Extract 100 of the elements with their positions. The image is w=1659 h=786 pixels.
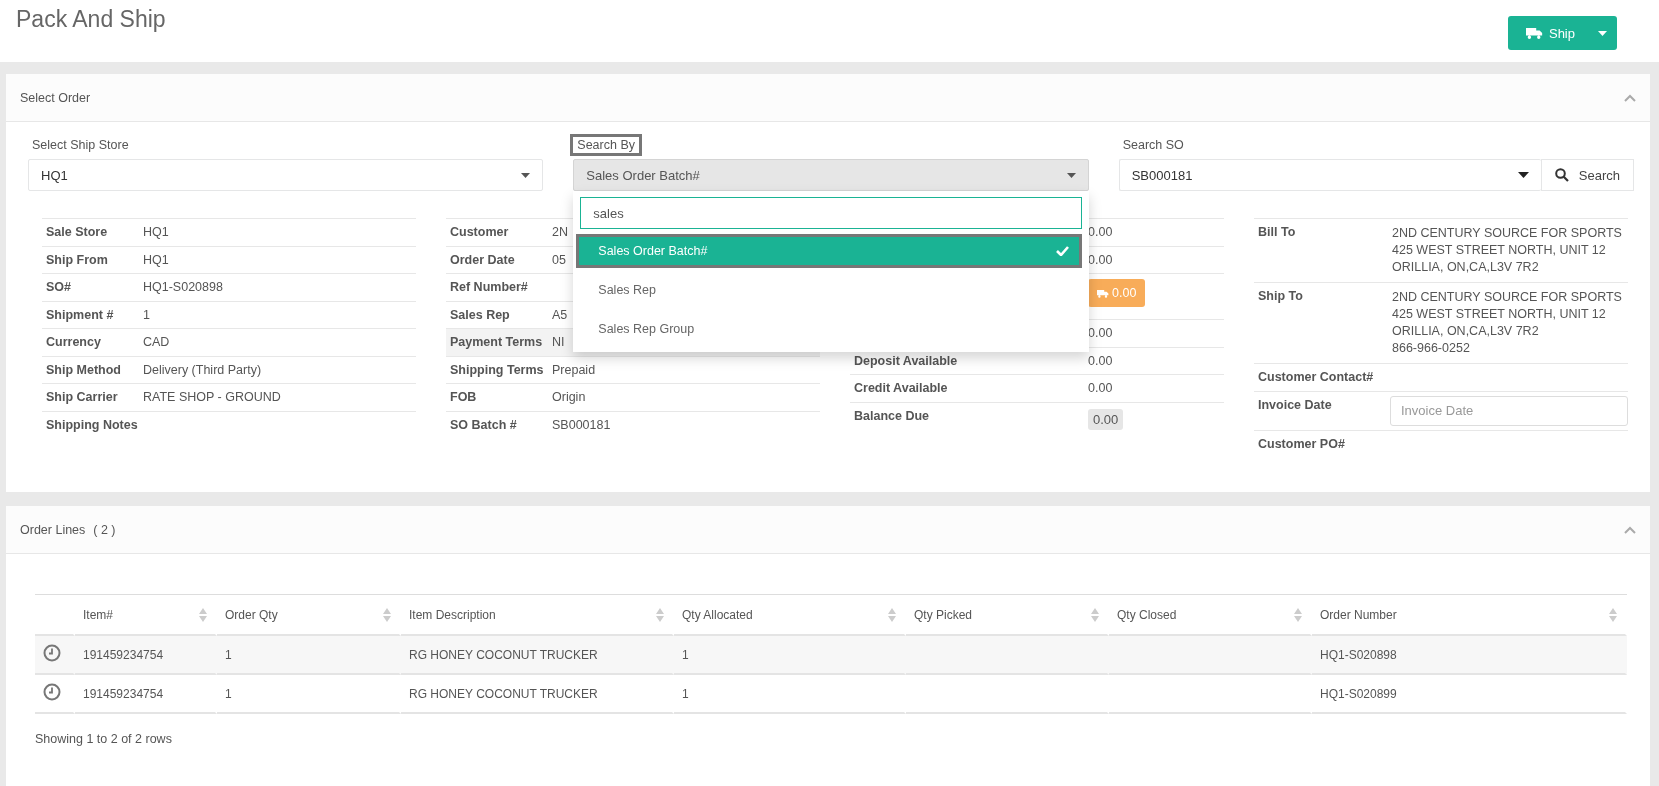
field-value: SB000181 [552,417,611,432]
field-value: 2N [552,225,568,239]
field-value: Origin [552,390,586,404]
address-line: ORILLIA, ON,CA,L3V 7R2 [1392,323,1540,340]
table-cell: RG HONEY COCONUT TRUCKER [409,647,598,662]
field-label: Customer Contact# [1258,370,1374,384]
field-value: A5 [552,307,568,322]
search-field[interactable]: sales [580,197,1082,229]
sort-icon[interactable] [1294,607,1302,622]
chevron-up-icon[interactable] [1624,525,1636,534]
dropdown-button[interactable] [1587,16,1617,50]
field-label: SO Batch # [450,417,517,432]
table-cell: 191459234754 [83,686,164,701]
caret-icon [521,172,531,178]
field-label: Sales Rep [450,307,510,322]
clock-icon[interactable] [43,683,61,701]
chevron-up-icon[interactable] [1624,93,1636,102]
field-label: Bill To [1258,225,1296,239]
field-value: Delivery (Third Party) [143,362,262,377]
field-label: FOB [450,390,477,404]
caret-icon [1066,172,1076,178]
field-label: Balance Due [854,408,930,423]
field-label: Payment Terms [450,335,543,349]
field-label: Order Date [450,252,515,267]
select-field[interactable]: Sales Order Batch# [573,159,1089,191]
column-header[interactable]: Qty Allocated [682,607,753,622]
field-value: RATE SHOP - GROUND [143,390,281,404]
table-cell: RG HONEY COCONUT TRUCKER [409,686,598,701]
page-title: Pack And Ship [16,6,166,33]
field-label: Shipping Notes [46,417,138,432]
field-label: Invoice Date [1258,397,1332,412]
dropdown-option[interactable]: Sales Rep [576,273,1082,307]
column-header[interactable]: Order Qty [225,607,278,622]
column-header[interactable]: Order Number [1320,607,1397,622]
field-label: Customer PO# [1258,436,1345,451]
count-text: ( 2 ) [93,522,116,537]
field-value: 1 [143,307,150,322]
column-header[interactable]: Item# [83,607,113,622]
field-value: HQ1 [143,252,169,267]
truck-icon [1525,27,1543,39]
balance-badge: 0.00 [1088,408,1124,430]
field-label: Deposit Available [854,353,958,368]
table-cell: HQ1-S020899 [1320,686,1397,701]
field-label: Ship Carrier [46,390,118,404]
field-label: Ref Number# [450,280,528,294]
select-field[interactable]: HQ1 [28,159,544,191]
field-value: NI [552,335,565,349]
field-label: Ship To [1258,289,1303,303]
field-label: Sale Store [46,225,108,239]
field-label: SO# [46,280,71,294]
sort-icon[interactable] [1609,607,1617,622]
search-button[interactable]: Search [1540,159,1634,191]
field-label: Currency [46,335,101,349]
table-cell: 191459234754 [83,647,164,662]
field-value: 0.00 [1088,225,1113,239]
field-label: Search By [570,134,642,156]
field-label: Credit Available [854,381,948,395]
sort-icon[interactable] [888,607,896,622]
field-value: HQ1 [143,225,169,239]
field-label: Customer [450,225,509,239]
table-cell: HQ1-S020898 [1320,647,1397,662]
field-label: Ship Method [46,362,121,377]
field-label: Shipment # [46,307,114,322]
field-label: Select Ship Store [31,137,130,154]
sort-icon[interactable] [1091,607,1099,622]
dropdown-option[interactable]: Sales Rep Group [576,312,1082,346]
sort-icon[interactable] [656,607,664,622]
table-cell: 1 [225,647,232,662]
field-value: 05 [552,252,566,267]
field-value: HQ1-S020898 [143,280,223,294]
field-value: 0.00 [1088,252,1113,267]
table-cell: 1 [225,686,232,701]
date-field[interactable]: Invoice Date [1390,395,1628,426]
field-label: Shipping Terms [450,362,544,377]
select-field[interactable]: SB000181 [1118,159,1541,191]
address-line: 425 WEST STREET NORTH, UNIT 12 [1392,242,1607,259]
check-icon [1055,246,1069,256]
table-cell: 1 [682,686,689,701]
field-value: 0.00 [1088,326,1113,340]
field-label: Search SO [1121,137,1185,154]
field-label: Ship From [46,252,108,267]
column-header[interactable]: Qty Closed [1117,607,1177,622]
address-line: 2ND CENTURY SOURCE FOR SPORTS [1392,225,1622,242]
field-value: Prepaid [552,362,596,377]
search-icon [1554,168,1569,182]
field-value: CAD [143,335,170,349]
truck-icon [1097,288,1109,298]
address-line: ORILLIA, ON,CA,L3V 7R2 [1392,259,1540,276]
sort-icon[interactable] [383,607,391,622]
field-value: 0.00 [1088,381,1113,395]
pagination-info: Showing 1 to 2 of 2 rows [35,732,173,746]
panel-title: Order Lines [20,522,86,537]
sort-icon[interactable] [199,607,207,622]
caret-icon [1597,30,1607,36]
column-header[interactable]: Qty Picked [914,607,973,622]
address-line: 866-966-0252 [1392,340,1471,357]
column-header[interactable]: Item Description [409,607,496,622]
table-cell: 1 [682,647,689,662]
shipping-badge: 0.00 [1088,279,1146,307]
clock-icon[interactable] [43,644,61,662]
